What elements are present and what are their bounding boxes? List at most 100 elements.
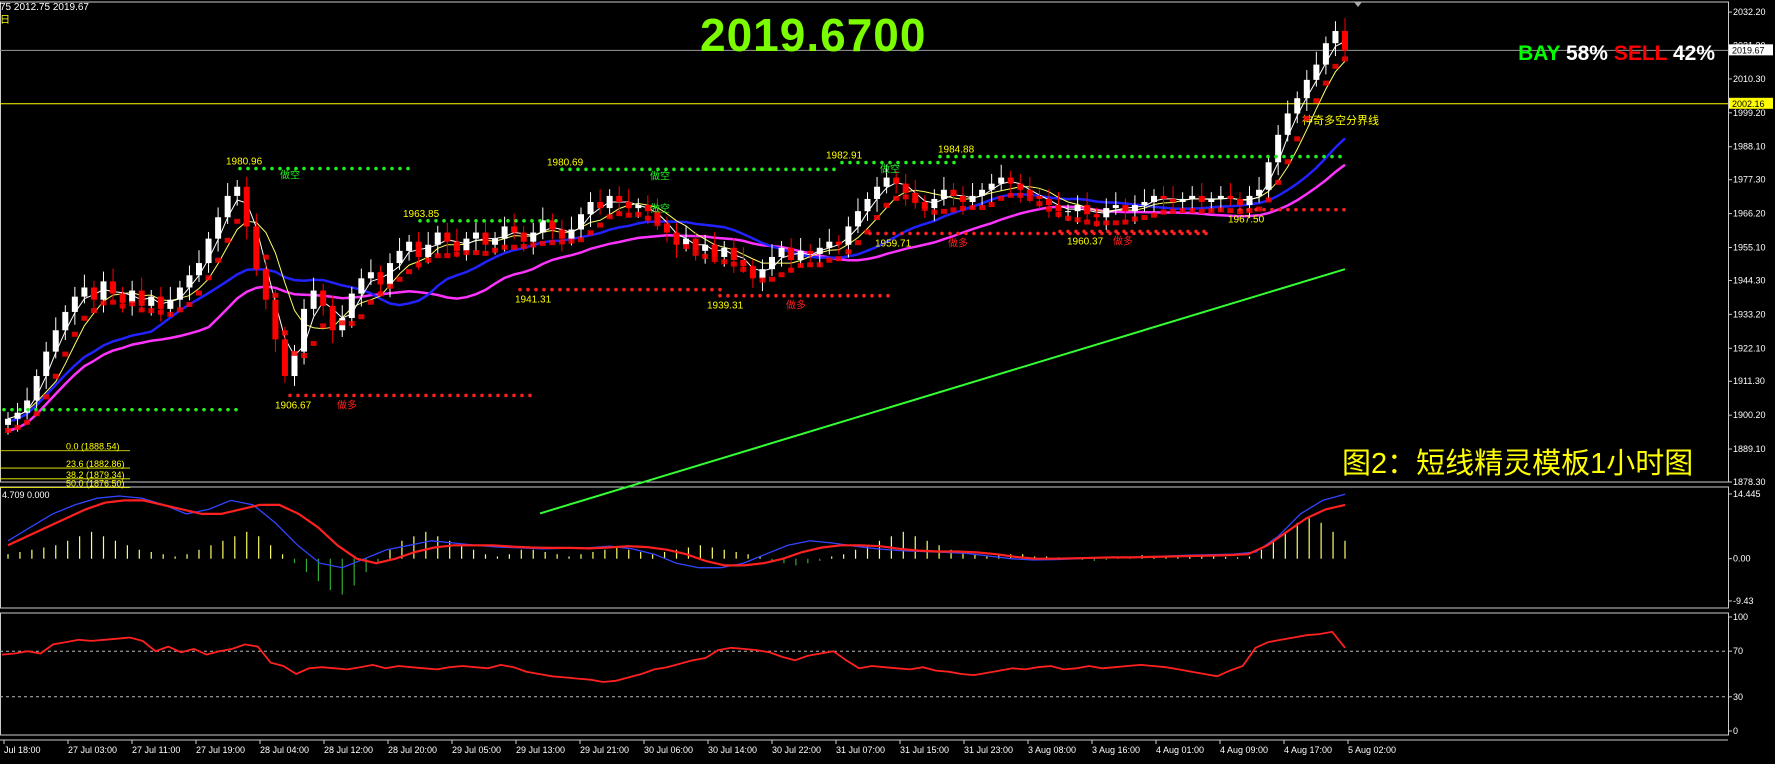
resistance-dot [1082,154,1086,159]
support-dot [416,393,420,398]
trend-ribbon-step [950,207,957,213]
trend-ribbon-step [721,259,728,265]
support-dot [710,287,714,292]
trend-ribbon-step [100,300,107,306]
trend-ribbon-step [215,257,222,263]
support-dot [1154,229,1158,234]
support-dot [590,287,594,292]
candle-bull [396,250,403,264]
support-dot [456,393,460,398]
candle-bull [425,244,432,257]
candle-bear [482,232,489,245]
trend-ribbon-step [14,424,21,430]
support-dot [854,293,858,298]
candle-bear [558,229,565,239]
support-dot [670,287,674,292]
trend-ribbon-step [224,237,231,243]
trend-ribbon-step [110,299,117,305]
trend-ribbon-step [281,330,288,336]
candle-bull [367,272,374,279]
resistance-dot [514,218,518,223]
trend-ribbon-step [1045,206,1052,212]
support-dot [900,231,904,236]
resistance-dot [318,166,322,171]
candle-bull [1189,195,1196,199]
trend-ribbon-step [1208,208,1215,214]
support-dot [1254,207,1258,212]
trend-ribbon-step [262,254,269,260]
time-axis-label: 27 Jul 11:00 [132,745,180,755]
support-dot [956,231,960,236]
resistance-dot [522,218,526,223]
trend-ribbon-step [339,320,346,326]
support-dot [726,293,730,298]
support-dot [790,293,794,298]
candle-bear [597,202,604,209]
trend-ribbon-step [71,331,78,337]
resistance-dot [1162,154,1166,159]
candle-bull [167,299,174,309]
osc-axis-label: 30 [1733,692,1743,702]
support-dot [822,293,826,298]
trend-ribbon-step [998,195,1005,201]
candle-bull [234,186,241,196]
support-dot [1146,229,1150,234]
candle-bear [1084,205,1091,215]
resistance-dot [10,407,14,412]
trend-ribbon-step [129,301,136,307]
resistance-dot [554,218,558,223]
resistance-dot [1074,154,1078,159]
resistance-dot [374,166,378,171]
candle-bear [1342,31,1348,51]
resistance-dot [640,167,644,172]
candle-bear [1160,195,1167,199]
trend-ribbon-step [406,269,413,275]
resistance-dot [744,167,748,172]
support-dot [1334,207,1338,212]
price-axis-label: 1911.30 [1733,376,1765,386]
support-dot [574,287,578,292]
candle-bear [1093,214,1100,218]
support-dot [1262,207,1266,212]
candle-bull [348,293,355,319]
osc-axis-label: 0 [1733,726,1738,736]
support-dot [392,393,396,398]
resistance-dot [334,166,338,171]
trend-ribbon-step [558,239,565,245]
candle-bull [816,247,823,254]
candle-bull [883,177,890,187]
chart-caption: 图2：短线精灵模板1小时图 [1342,448,1694,480]
candle-bull [358,278,365,294]
resistance-dot [928,160,932,165]
support-dot [678,287,682,292]
candle-bear [511,226,518,233]
support-dot [542,287,546,292]
resistance-dot [234,407,238,412]
support-dot [734,293,738,298]
resistance-dot [226,407,230,412]
time-axis-label: 3 Aug 08:00 [1028,745,1076,755]
candle-bull [874,186,881,199]
resistance-dot [986,154,990,159]
candle-bull [578,214,584,230]
support-dot [1122,229,1126,234]
support-dot [742,293,746,298]
macd-axis-label: 14.445 [1733,489,1761,499]
trend-ribbon-step [1007,192,1014,198]
trend-ribbon-step [1122,219,1129,225]
resistance-dot [808,167,812,172]
trend-ribbon-step [272,292,279,298]
support-dot [1194,229,1198,234]
resistance-dot [1122,154,1126,159]
resistance-dot [816,167,820,172]
short-signal-label: 做空 [650,169,670,182]
time-axis-label: 28 Jul 04:00 [260,745,309,755]
resistance-dot [442,218,446,223]
support-dot [432,393,436,398]
resistance-dot [138,407,142,412]
trend-ribbon-step [673,237,680,243]
resistance-dot [546,218,550,223]
resistance-dot [1210,154,1214,159]
trend-ribbon-step [52,373,59,379]
support-dot [838,293,842,298]
